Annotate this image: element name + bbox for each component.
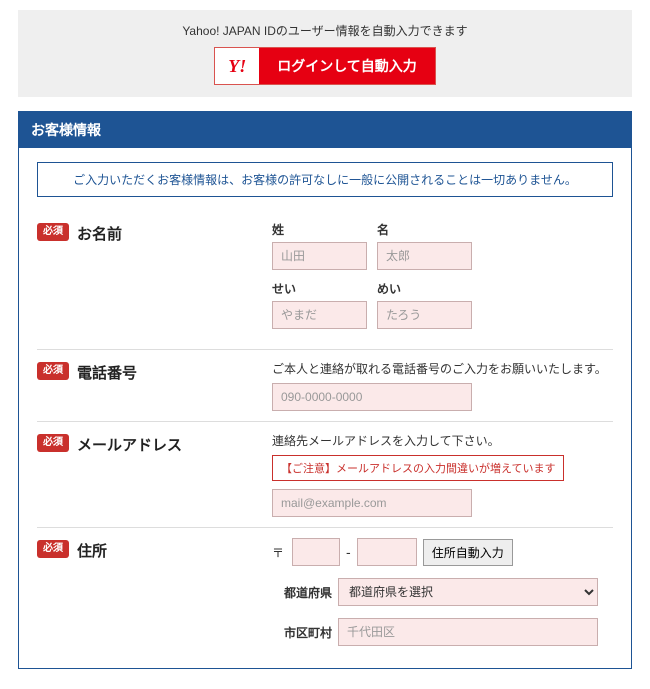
yahoo-logo-icon: Y! (215, 48, 259, 84)
row-mail: 必須 メールアドレス 連絡先メールアドレスを入力して下さい。 【ご注意】メールア… (37, 422, 613, 528)
meikana-label: めい (377, 280, 472, 297)
sei-input[interactable] (272, 242, 367, 270)
meikana-input[interactable] (377, 301, 472, 329)
zip1-input[interactable] (292, 538, 340, 566)
required-badge: 必須 (37, 362, 69, 380)
name-label: お名前 (77, 223, 122, 244)
phone-label: 電話番号 (77, 362, 137, 383)
seikana-input[interactable] (272, 301, 367, 329)
row-address: 必須 住所 〒 - 住所自動入力 都道府県 都道府県を選択 (37, 528, 613, 668)
yahoo-note: Yahoo! JAPAN IDのユーザー情報を自動入力できます (30, 22, 620, 39)
zip-dash: - (346, 544, 351, 560)
city-input[interactable] (338, 618, 598, 646)
required-badge: 必須 (37, 223, 69, 241)
address-autofill-button[interactable]: 住所自動入力 (423, 539, 513, 566)
mail-help: 連絡先メールアドレスを入力して下さい。 (272, 432, 613, 449)
yahoo-autofill-banner: Yahoo! JAPAN IDのユーザー情報を自動入力できます Y! ログインし… (18, 10, 632, 97)
mail-label: メールアドレス (77, 434, 182, 455)
address-label: 住所 (77, 540, 107, 561)
privacy-notice: ご入力いただくお客様情報は、お客様の許可なしに一般に公開されることは一切ありませ… (37, 162, 613, 197)
phone-input[interactable] (272, 383, 472, 411)
required-badge: 必須 (37, 434, 69, 452)
mail-input[interactable] (272, 489, 472, 517)
row-phone: 必須 電話番号 ご本人と連絡が取れる電話番号のご入力をお願いいたします。 (37, 350, 613, 422)
customer-info-panel: お客様情報 ご入力いただくお客様情報は、お客様の許可なしに一般に公開されることは… (18, 111, 632, 669)
yahoo-login-label: ログインして自動入力 (259, 48, 435, 84)
sei-label: 姓 (272, 221, 367, 238)
mei-input[interactable] (377, 242, 472, 270)
phone-help: ご本人と連絡が取れる電話番号のご入力をお願いいたします。 (272, 360, 613, 377)
seikana-label: せい (272, 280, 367, 297)
required-badge: 必須 (37, 540, 69, 558)
zip2-input[interactable] (357, 538, 417, 566)
mei-label: 名 (377, 221, 472, 238)
mail-warning: 【ご注意】メールアドレスの入力間違いが増えています (272, 455, 564, 481)
city-label: 市区町村 (272, 624, 332, 641)
zip-mark: 〒 (272, 544, 284, 561)
pref-select[interactable]: 都道府県を選択 (338, 578, 598, 606)
row-name: 必須 お名前 姓 名 せい (37, 211, 613, 350)
yahoo-login-button[interactable]: Y! ログインして自動入力 (214, 47, 436, 85)
pref-label: 都道府県 (272, 584, 332, 601)
panel-title: お客様情報 (19, 112, 631, 148)
